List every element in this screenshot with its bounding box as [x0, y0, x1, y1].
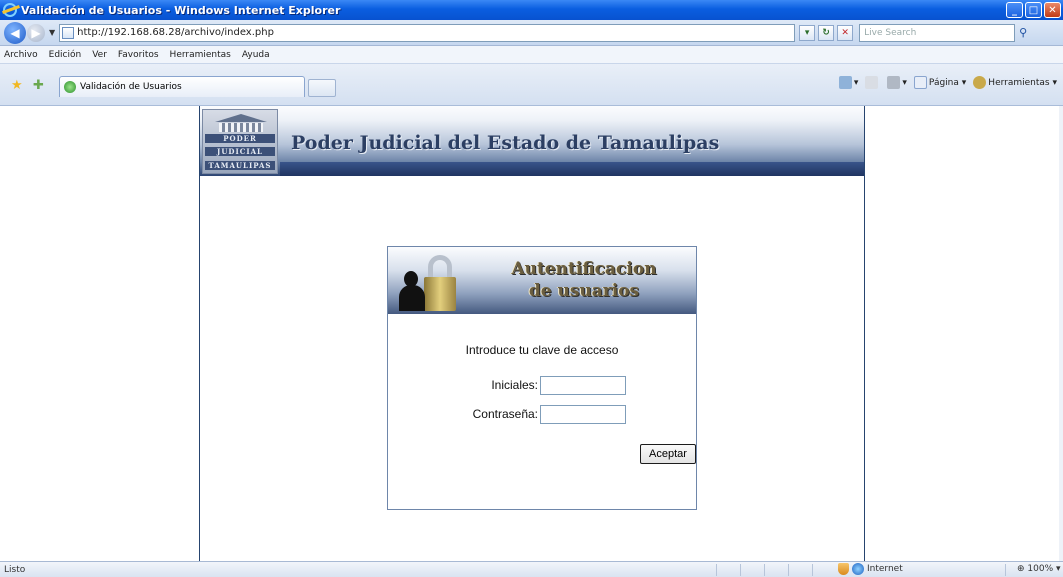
- address-dropdown-icon[interactable]: ▾: [799, 24, 816, 41]
- tab-label: Validación de Usuarios: [80, 82, 182, 92]
- submit-button[interactable]: Aceptar: [640, 444, 696, 464]
- home-icon[interactable]: ▾: [838, 76, 858, 89]
- menu-ver[interactable]: Ver: [92, 50, 107, 60]
- login-title: Autentificacion de usuarios: [484, 258, 684, 302]
- logo-line-3: TAMAULIPAS: [205, 161, 275, 170]
- page-menu[interactable]: Página ▾: [913, 76, 966, 89]
- login-title-line2: de usuarios: [528, 281, 640, 301]
- login-panel: Autentificacion de usuarios Introduce tu…: [387, 246, 697, 510]
- password-label: Contraseña:: [472, 407, 538, 421]
- logo-line-2: JUDICIAL: [205, 147, 275, 156]
- zone-label: Internet: [867, 564, 903, 574]
- back-button[interactable]: ◀: [4, 21, 26, 44]
- window-title: Validación de Usuarios - Windows Interne…: [21, 3, 341, 17]
- favorites-star-icon[interactable]: ★: [11, 78, 23, 93]
- tab-validacion[interactable]: Validación de Usuarios: [59, 76, 305, 97]
- minimize-button[interactable]: _: [1006, 2, 1023, 18]
- tab-bar: ★ ✚ Validación de Usuarios ▾ ▾ Página ▾ …: [0, 64, 1063, 106]
- menu-bar: Archivo Edición Ver Favoritos Herramient…: [0, 46, 1063, 64]
- initials-input[interactable]: [540, 376, 626, 395]
- status-text: Listo: [4, 564, 26, 575]
- page-content: PODER JUDICIAL TAMAULIPAS Poder Judicial…: [0, 106, 1063, 561]
- menu-ayuda[interactable]: Ayuda: [242, 50, 270, 60]
- padlock-icon: [424, 255, 456, 311]
- address-url: http://192.168.68.28/archivo/index.php: [77, 27, 274, 38]
- window-titlebar: Validación de Usuarios - Windows Interne…: [0, 0, 1063, 20]
- page-frame: PODER JUDICIAL TAMAULIPAS Poder Judicial…: [199, 106, 865, 561]
- refresh-icon[interactable]: ↻: [818, 24, 835, 41]
- protected-mode-icon: [838, 563, 849, 575]
- search-icon[interactable]: ⚲: [1019, 26, 1027, 39]
- forward-button[interactable]: ▶: [27, 23, 45, 42]
- menu-archivo[interactable]: Archivo: [4, 50, 38, 60]
- command-bar: ▾ ▾ Página ▾ Herramientas ▾: [838, 76, 1057, 89]
- add-favorites-icon[interactable]: ✚: [33, 78, 44, 93]
- window-controls: _ □ ✕: [1006, 2, 1061, 18]
- history-dropdown-icon[interactable]: ▼: [49, 28, 55, 37]
- login-header: Autentificacion de usuarios: [388, 247, 696, 314]
- page-title: Poder Judicial del Estado de Tamaulipas: [291, 132, 720, 154]
- search-input[interactable]: Live Search: [859, 23, 1016, 42]
- status-bar: Listo Internet ⊕ 100% ▾: [0, 561, 1063, 577]
- login-instructions: Introduce tu clave de acceso: [465, 343, 619, 357]
- page-icon: [62, 26, 75, 39]
- globe-icon: [852, 563, 864, 575]
- initials-label: Iniciales:: [491, 378, 538, 392]
- address-actions: ▾ ↻ ✕: [799, 24, 854, 41]
- tools-menu[interactable]: Herramientas ▾: [973, 76, 1057, 89]
- page-menu-label: Página: [928, 78, 959, 88]
- tools-menu-label: Herramientas: [988, 78, 1050, 88]
- user-silhouette-icon: [399, 271, 425, 311]
- stop-icon[interactable]: ✕: [837, 24, 854, 41]
- internet-explorer-icon: [3, 3, 17, 17]
- zoom-value: 100%: [1027, 564, 1054, 574]
- menu-herramientas[interactable]: Herramientas: [170, 50, 231, 60]
- close-button[interactable]: ✕: [1044, 2, 1061, 18]
- feeds-icon[interactable]: [865, 76, 880, 89]
- menu-edicion[interactable]: Edición: [49, 50, 82, 60]
- page-menu-icon: [913, 76, 927, 89]
- gear-icon: [973, 76, 987, 89]
- login-title-line1: Autentificacion: [511, 259, 657, 279]
- password-input[interactable]: [540, 405, 626, 424]
- judicial-logo: PODER JUDICIAL TAMAULIPAS: [202, 109, 278, 174]
- vertical-scrollbar[interactable]: [1059, 106, 1063, 561]
- address-input[interactable]: http://192.168.68.28/archivo/index.php: [59, 23, 796, 42]
- new-tab-button[interactable]: [308, 79, 336, 97]
- building-icon: [215, 114, 267, 132]
- page-favicon-icon: [64, 81, 76, 93]
- print-icon[interactable]: ▾: [887, 76, 907, 89]
- magnifier-icon: ⊕: [1017, 564, 1028, 574]
- header-banner: PODER JUDICIAL TAMAULIPAS Poder Judicial…: [200, 106, 864, 176]
- menu-favoritos[interactable]: Favoritos: [118, 50, 159, 60]
- logo-line-1: PODER: [205, 134, 275, 143]
- zoom-level[interactable]: ⊕ 100% ▾: [1017, 564, 1061, 574]
- security-zone[interactable]: Internet: [838, 563, 903, 575]
- maximize-button[interactable]: □: [1025, 2, 1042, 18]
- address-toolbar: ◀ ▶ ▼ http://192.168.68.28/archivo/index…: [0, 20, 1063, 46]
